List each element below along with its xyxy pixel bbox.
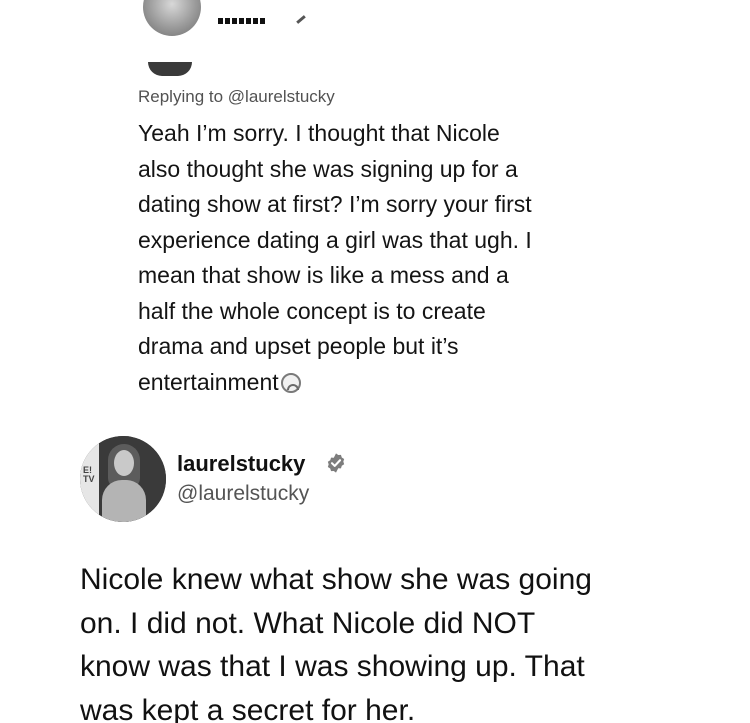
- previous-author-name[interactable]: [218, 18, 266, 24]
- author-name[interactable]: laurelstucky: [177, 451, 305, 477]
- reply-text-line: drama and upset people but it’s: [138, 333, 459, 359]
- reply-text-line: also thought she was signing up for a: [138, 155, 518, 182]
- previous-tweet-header: [0, 0, 750, 80]
- author-handle[interactable]: @laurelstucky: [177, 482, 309, 506]
- previous-author-handle: [296, 15, 306, 24]
- tweet-text-line: Nicole knew what show she was going: [80, 563, 592, 596]
- reply-text-line: entertainment: [138, 368, 279, 395]
- upside-down-face-emoji-icon: [280, 372, 301, 393]
- reply-tweet-text: Yeah I’m sorry. I thought that Nicole al…: [138, 116, 658, 400]
- avatar-face: [114, 450, 134, 476]
- tweet-text-line: on. I did not. What Nicole did NOT: [80, 606, 536, 640]
- replying-prefix: Replying to: [138, 87, 224, 106]
- replying-to-line: Replying to @laurelstucky: [138, 87, 335, 107]
- tweet-text-line: know was that I was showing up. That: [80, 650, 585, 683]
- previous-author-avatar[interactable]: [143, 0, 201, 36]
- reply-text-line: Yeah I’m sorry. I thought that Nicole: [138, 120, 500, 146]
- thread-connector: [148, 62, 192, 76]
- tweet-text: Nicole knew what show she was going on. …: [80, 558, 740, 723]
- replying-handle-link[interactable]: @laurelstucky: [228, 87, 335, 106]
- reply-text-line: experience dating a girl was that ugh. I: [138, 226, 532, 253]
- tweet-text-line: was kept a secret for her.: [80, 693, 416, 723]
- avatar-body: [102, 480, 146, 522]
- verified-badge-icon: [327, 453, 345, 473]
- reply-text-line: half the whole concept is to create: [138, 297, 486, 324]
- reply-text-last-line: entertainment: [138, 365, 658, 401]
- avatar-backdrop-logo: E! TV: [83, 465, 95, 484]
- author-avatar[interactable]: E! TV: [80, 436, 166, 522]
- reply-text-line: mean that show is like a mess and a: [138, 262, 509, 288]
- reply-text-line: dating show at first? I’m sorry your fir…: [138, 191, 532, 217]
